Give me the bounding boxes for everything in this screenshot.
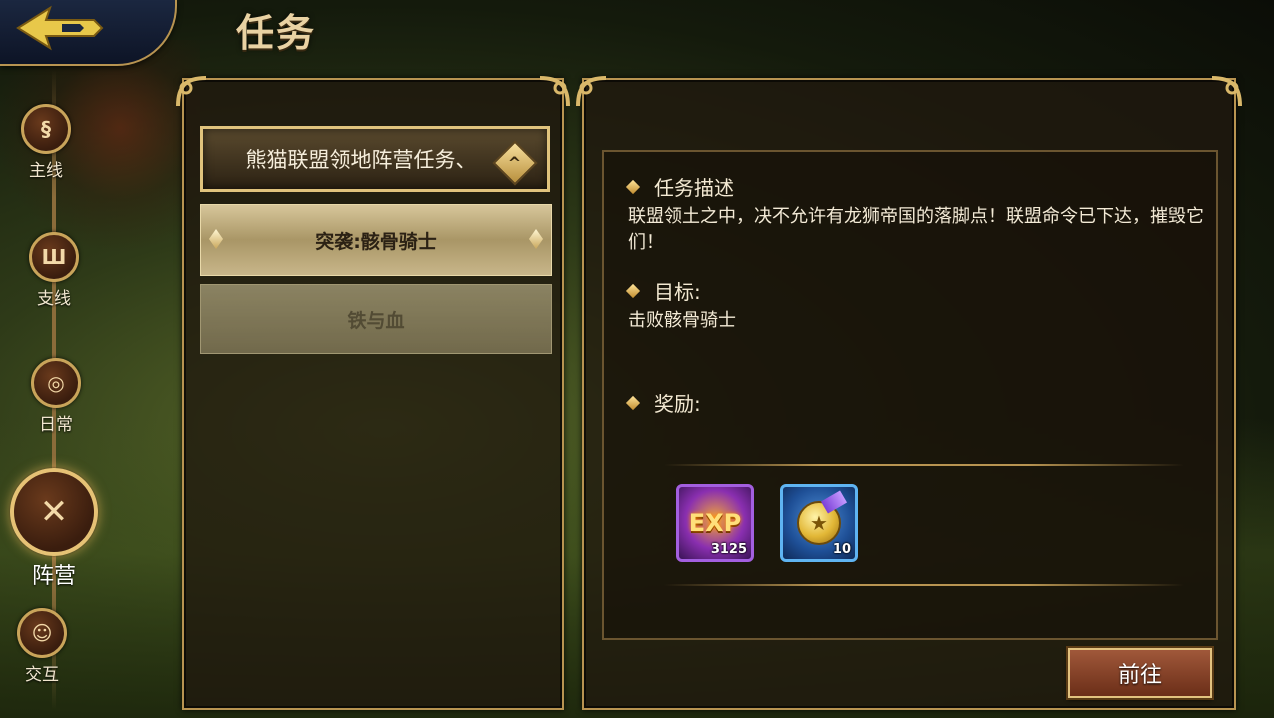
- quest-category-header[interactable]: 熊猫联盟领地阵营任务、 ^: [200, 126, 550, 192]
- nav-item-side[interactable]: Ш 支线: [28, 232, 80, 309]
- scroll-icon: Ш: [29, 232, 79, 282]
- corner-ornament: [174, 74, 210, 110]
- quest-detail-panel: 任务描述 联盟领土之中，决不允许有龙狮帝国的落脚点！联盟命令已下达，摧毁它们！ …: [576, 76, 1242, 710]
- quest-item[interactable]: 铁与血: [200, 284, 552, 354]
- nav-label: 主线: [29, 161, 63, 181]
- exp-icon: EXP: [688, 509, 742, 537]
- nav-item-faction[interactable]: ✕ 阵营: [10, 468, 98, 590]
- nav-label: 阵营: [31, 564, 76, 589]
- diamond-icon: [529, 229, 543, 249]
- reward-count: 3125: [710, 542, 747, 557]
- diamond-icon: [209, 229, 223, 249]
- nav-item-interact[interactable]: ☺ 交互: [16, 608, 68, 685]
- divider: [664, 584, 1184, 586]
- reward-count: 10: [832, 542, 851, 557]
- nav-item-main[interactable]: § 主线: [20, 104, 72, 181]
- quest-item-label: 铁与血: [347, 309, 405, 332]
- description-heading: 任务描述: [625, 172, 734, 201]
- detail-content: 任务描述 联盟领土之中，决不允许有龙狮帝国的落脚点！联盟命令已下达，摧毁它们！ …: [602, 150, 1218, 640]
- scroll-icon: ◎: [31, 358, 81, 408]
- scroll-icon: §: [21, 104, 71, 154]
- description-title: 任务描述: [654, 176, 734, 200]
- description-text: 联盟领土之中，决不允许有龙狮帝国的落脚点！联盟命令已下达，摧毁它们！: [628, 206, 1204, 253]
- nav-label: 交互: [25, 665, 59, 685]
- back-arrow-icon: [16, 5, 104, 51]
- goal-text: 击败骸骨骑士: [628, 310, 736, 331]
- reward-heading: 奖励:: [625, 388, 701, 417]
- chevron-up-icon: ^: [492, 140, 538, 186]
- crossed-swords-icon: ✕: [10, 468, 98, 556]
- corner-ornament: [574, 74, 610, 110]
- nav-label: 日常: [39, 415, 73, 435]
- page-title: 任务: [236, 11, 317, 55]
- quest-list-panel: 熊猫联盟领地阵营任务、 ^ 突袭:骸骨骑士 铁与血: [176, 76, 570, 710]
- diamond-bullet-icon: [625, 179, 641, 194]
- go-button[interactable]: 前往: [1068, 648, 1212, 698]
- nav-item-daily[interactable]: ◎ 日常: [30, 358, 82, 435]
- back-button[interactable]: [10, 4, 106, 52]
- reward-exp[interactable]: EXP 3125: [676, 484, 754, 562]
- quest-item-selected[interactable]: 突袭:骸骨骑士: [200, 204, 552, 276]
- diamond-bullet-icon: [625, 283, 641, 298]
- corner-ornament: [1208, 74, 1244, 110]
- reward-title: 奖励:: [654, 392, 701, 416]
- goal-title: 目标:: [654, 280, 701, 304]
- divider: [664, 464, 1184, 466]
- corner-ornament: [536, 74, 572, 110]
- quest-item-label: 突袭:骸骨骑士: [315, 230, 437, 253]
- reward-medal[interactable]: ★ 10: [780, 484, 858, 562]
- nav-label: 支线: [37, 289, 71, 309]
- top-bar: 任务: [0, 0, 1274, 66]
- diamond-bullet-icon: [625, 395, 641, 410]
- quest-category-label: 熊猫联盟领地阵营任务、: [245, 148, 477, 172]
- goal-heading: 目标:: [625, 276, 701, 305]
- scroll-icon: ☺: [17, 608, 67, 658]
